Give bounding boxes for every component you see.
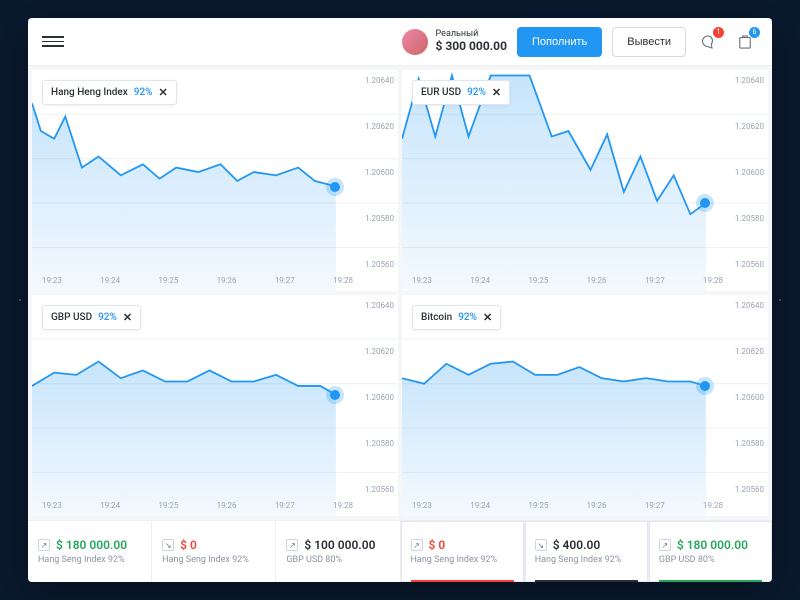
chart-chip[interactable]: Bitcoin 92% ✕ <box>412 305 501 330</box>
position-meta: Hang Seng Index 92% <box>162 555 265 565</box>
y-axis-labels: 1.206401.206201.206001.205801.20560 <box>365 301 394 494</box>
position-meta: Hang Seng Index 92% <box>535 555 638 565</box>
positions-bar: ↗ $ 180 000.00 Hang Seng Index 92% ↘ $ 0… <box>28 520 772 582</box>
avatar <box>402 29 428 55</box>
x-axis-labels: 19:2319:2419:2519:2619:2719:28 <box>412 276 723 285</box>
instrument-pct: 92% <box>98 312 117 323</box>
position-card[interactable]: ↘ $ 0 Hang Seng Index 92% <box>152 521 276 582</box>
chart-chip[interactable]: GBP USD 92% ✕ <box>42 305 141 330</box>
y-axis-labels: 1.206401.206201.206001.205801.20560 <box>735 301 764 494</box>
header-bar: Реальный $ 300 000.00 Пополнить Вывести … <box>28 18 772 66</box>
position-value: $ 180 000.00 <box>677 538 748 552</box>
app-window: Реальный $ 300 000.00 Пополнить Вывести … <box>28 18 772 582</box>
charts-grid: Hang Heng Index 92% ✕ 1.206401.206201.20… <box>28 66 772 520</box>
withdraw-button[interactable]: Вывести <box>612 27 686 57</box>
position-meta: Hang Seng Index 92% <box>411 555 514 565</box>
instrument-pct: 92% <box>134 87 153 98</box>
position-value: $ 100 000.00 <box>304 538 375 552</box>
notifications-icon[interactable]: 1 <box>696 29 722 55</box>
instrument-name: EUR USD <box>421 87 461 98</box>
live-price-dot <box>330 182 340 192</box>
deposit-button[interactable]: Пополнить <box>517 27 602 57</box>
chart-card[interactable]: EUR USD 92% ✕ 1.206401.206201.206001.205… <box>402 70 768 291</box>
chart-card[interactable]: Bitcoin 92% ✕ 1.206401.206201.206001.205… <box>402 295 768 516</box>
close-icon[interactable]: ✕ <box>159 86 168 99</box>
account-info[interactable]: Реальный $ 300 000.00 <box>402 29 507 55</box>
chart-chip[interactable]: Hang Heng Index 92% ✕ <box>42 80 177 105</box>
x-axis-labels: 19:2319:2419:2519:2619:2719:28 <box>42 501 353 510</box>
direction-icon: ↗ <box>659 539 671 551</box>
accent-line <box>659 580 762 582</box>
position-card[interactable]: ↗ $ 180 000.00 GBP USD 80% <box>649 521 772 582</box>
chart-card[interactable]: GBP USD 92% ✕ 1.206401.206201.206001.205… <box>32 295 398 516</box>
cart-badge: 6 <box>749 27 760 38</box>
position-value: $ 180 000.00 <box>56 538 127 552</box>
close-icon[interactable]: ✕ <box>492 86 501 99</box>
position-value: $ 0 <box>180 538 197 552</box>
instrument-name: Hang Heng Index <box>51 87 128 98</box>
position-meta: GBP USD 80% <box>286 555 389 565</box>
cart-icon[interactable]: 6 <box>732 29 758 55</box>
position-meta: Hang Seng Index 92% <box>38 555 141 565</box>
menu-icon[interactable] <box>42 31 64 53</box>
position-card[interactable]: ↗ $ 0 Hang Seng Index 92% <box>401 521 525 582</box>
position-meta: GBP USD 80% <box>659 555 762 565</box>
instrument-name: GBP USD <box>51 312 92 323</box>
chart-card[interactable]: Hang Heng Index 92% ✕ 1.206401.206201.20… <box>32 70 398 291</box>
chart-chip[interactable]: EUR USD 92% ✕ <box>412 80 510 105</box>
position-card[interactable]: ↘ $ 400.00 Hang Seng Index 92% <box>525 521 649 582</box>
accent-line <box>535 580 638 582</box>
account-balance: $ 300 000.00 <box>436 40 507 53</box>
close-icon[interactable]: ✕ <box>483 311 492 324</box>
accent-line <box>411 580 514 582</box>
y-axis-labels: 1.206401.206201.206001.205801.20560 <box>365 76 394 269</box>
notif-badge: 1 <box>713 27 724 38</box>
direction-icon: ↘ <box>535 539 547 551</box>
position-value: $ 0 <box>429 538 446 552</box>
position-value: $ 400.00 <box>553 538 601 552</box>
x-axis-labels: 19:2319:2419:2519:2619:2719:28 <box>412 501 723 510</box>
instrument-pct: 92% <box>467 87 486 98</box>
instrument-pct: 92% <box>458 312 477 323</box>
direction-icon: ↘ <box>162 539 174 551</box>
close-icon[interactable]: ✕ <box>123 311 132 324</box>
position-card[interactable]: ↗ $ 100 000.00 GBP USD 80% <box>276 521 400 582</box>
direction-icon: ↗ <box>286 539 298 551</box>
y-axis-labels: 1.206401.206201.206001.205801.20560 <box>735 76 764 269</box>
direction-icon: ↗ <box>38 539 50 551</box>
x-axis-labels: 19:2319:2419:2519:2619:2719:28 <box>42 276 353 285</box>
position-card[interactable]: ↗ $ 180 000.00 Hang Seng Index 92% <box>28 521 152 582</box>
direction-icon: ↗ <box>411 539 423 551</box>
instrument-name: Bitcoin <box>421 312 452 323</box>
